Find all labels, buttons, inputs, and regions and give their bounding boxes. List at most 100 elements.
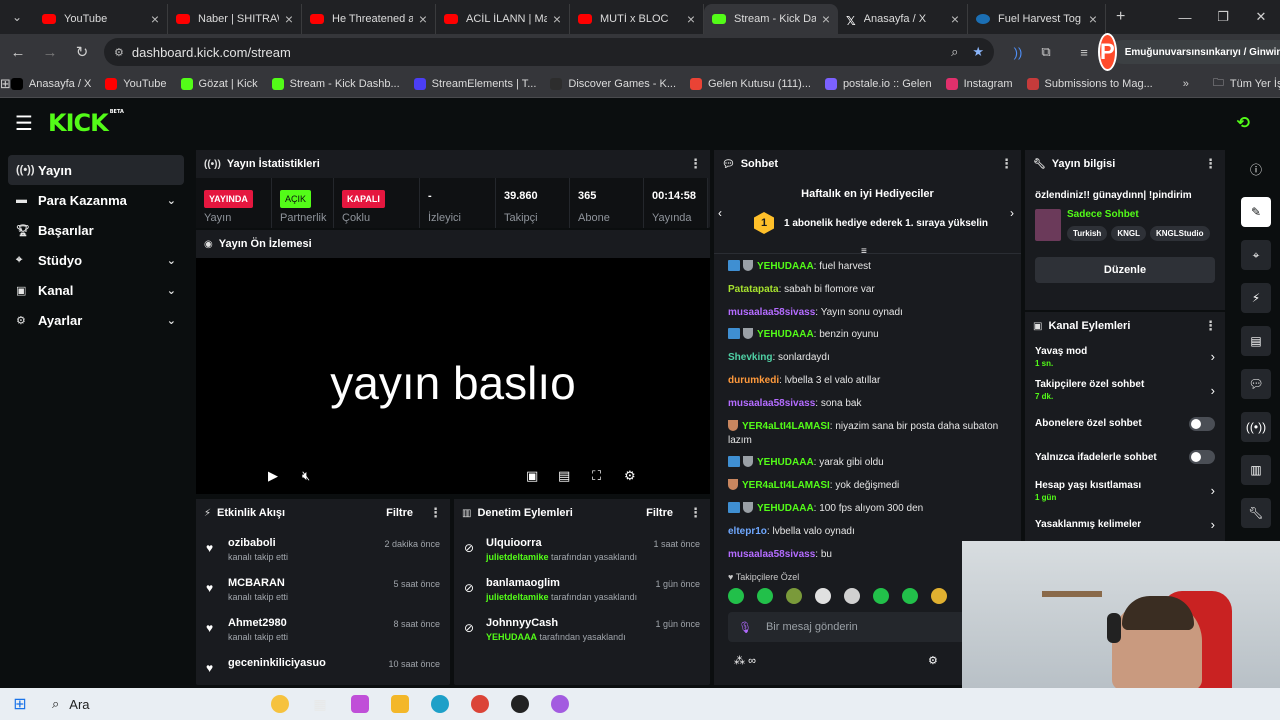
activity-item[interactable]: ♥ ozibaboli kanalı takip etti 2 dakika önce [196,531,450,571]
bookmark-item[interactable]: Discover Games - K... [550,77,676,90]
sidebar-item[interactable]: ((•)) Yayın [8,155,184,185]
activity-item[interactable]: ♥ MCBARAN kanalı takip etti 5 saat önce [196,571,450,611]
address-bar[interactable]: ⚙ dashboard.kick.com/stream ⌕ ★ [104,38,994,66]
bookmark-item[interactable]: StreamElements | T... [413,77,536,90]
moderator-name[interactable]: julietdeltamike [486,552,549,562]
bookmark-item[interactable]: postale.io :: Gelen [824,77,932,90]
discord-icon[interactable] [540,689,580,719]
emote-icon[interactable] [786,588,802,604]
all-bookmarks-link[interactable]: 🗀 Tüm Yer İşaretleri [1213,74,1280,93]
chat-username[interactable]: YEHUDAAA [757,261,814,272]
channel-action-item[interactable]: Takipçilere özel sohbet 7 dk. › [1025,374,1225,408]
new-tab-button[interactable]: + [1116,8,1125,26]
actions-more-icon[interactable]: ⋮ [1204,318,1217,334]
chat-message[interactable]: YEHUDAAA: benzin oyunu [728,328,1009,342]
tab-close-icon[interactable]: × [151,11,159,27]
chevron-right-icon[interactable]: › [1211,517,1215,532]
chrome-icon[interactable] [460,689,500,719]
profile-notification[interactable]: P Emuğunuvarsınsınkarıyı / Ginwinyatirim… [1098,33,1280,71]
settings-gear-icon[interactable]: ⚙ [624,468,636,484]
sidebar-item[interactable]: ⌖ Stüdyo ⌄ [8,245,184,275]
activity-user[interactable]: MCBARAN [228,577,393,589]
channel-action-item[interactable]: Yasaklanmış kelimeler › [1025,508,1225,542]
tab-close-icon[interactable]: × [1089,11,1097,27]
moderator-name[interactable]: YEHUDAAA [486,632,537,642]
banned-user[interactable]: Ulquioorra [486,537,653,549]
broadcast-tool-icon[interactable]: ((•)) [1241,412,1271,442]
zoom-search-icon[interactable]: ⌕ [951,44,958,60]
wrench-tool-icon[interactable]: 🔧︎ [1241,498,1271,528]
chat-input[interactable]: 🎙︎ Bir mesaj gönderin [728,612,988,642]
tab-close-icon[interactable]: × [419,11,427,27]
tab-search-chevron-icon[interactable]: ⌄ [0,0,34,34]
bookmark-star-icon[interactable]: ★ [972,44,984,60]
app-icon[interactable] [500,689,540,719]
extensions-puzzle-icon[interactable]: ⧉ [1032,38,1060,66]
moderation-item[interactable]: ⊘ JohnnyyCash YEHUDAAA tarafından yasaklan… [454,611,710,651]
chat-username[interactable]: musaalaa58sivass [728,307,815,318]
browser-tab[interactable]: 𝕏 Anasayfa / X × [838,4,968,34]
chat-more-icon[interactable]: ⋮ [1000,156,1013,172]
kick-studio-icon[interactable]: ⟲ [1237,113,1250,133]
tab-close-icon[interactable]: × [822,11,830,27]
chat-username[interactable]: YER4aLtI4LAMASI [742,421,830,432]
activity-user[interactable]: Ahmet2980 [228,617,393,629]
gifter-next-icon[interactable]: › [1010,206,1014,220]
pip-icon[interactable]: ▣ [526,468,538,484]
chat-message[interactable]: YEHUDAAA: 100 fps alıyom 300 den [728,501,1009,516]
channel-action-item[interactable]: Yavaş mod 1 sn. › [1025,340,1225,374]
emote-icon[interactable] [931,588,947,604]
sidebar-item[interactable]: ▬ Para Kazanma ⌄ [8,185,184,215]
bookmarks-overflow-icon[interactable]: » [1183,78,1189,90]
notes-icon[interactable]: ▤ [1241,326,1271,356]
emote-icon[interactable] [728,588,744,604]
chat-message[interactable]: YER4aLtI4LAMASI: yok değişmedi [728,479,1009,493]
sidebar-item[interactable]: 🏆︎ Başarılar [8,215,184,245]
browser-tab[interactable]: Fuel Harvest Tog × [968,4,1106,34]
reading-list-icon[interactable]: ≡ [1070,38,1098,66]
info-icon[interactable]: ⓘ [1241,154,1271,184]
banned-user[interactable]: JohnnyyCash [486,617,655,629]
chat-username[interactable]: YEHUDAAA [757,503,814,514]
profile-avatar[interactable]: P [1098,33,1117,71]
bookmark-item[interactable]: YouTube [105,77,167,90]
stream-tag[interactable]: KNGLStudio [1149,226,1210,241]
channel-action-item[interactable]: Yalnızca ifadelerle sohbet [1025,441,1225,475]
chat-username[interactable]: durumkedi [728,375,779,386]
extension-audio-icon[interactable]: )) [1004,38,1032,66]
chevron-right-icon[interactable]: › [1211,483,1215,498]
chat-message[interactable]: eltepr1o: lvbella valo oynadı [728,525,1009,539]
category-name[interactable]: Sadece Sohbet [1067,209,1214,220]
bookmark-item[interactable]: Instagram [945,77,1013,90]
stream-tag[interactable]: KNGL [1111,226,1146,241]
toggle-switch[interactable] [1189,416,1215,431]
activity-more-icon[interactable]: ⋮ [429,505,442,521]
browser-tab[interactable]: He Threatened a × [302,4,436,34]
chat-username[interactable]: YEHUDAAA [757,329,814,340]
mute-icon[interactable]: 🔇︎ [302,468,310,484]
chat-username[interactable]: Shevking [728,352,772,363]
chat-message[interactable]: YEHUDAAA: fuel harvest [728,260,1009,274]
banned-user[interactable]: banlamaoglim [486,577,655,589]
reload-icon[interactable]: ↻ [68,38,96,66]
moderation-item[interactable]: ⊘ Ulquioorra julietdeltamike tarafından ya… [454,531,710,571]
microphone-icon[interactable]: 🎙︎ [738,621,752,634]
stream-preview-player[interactable]: yayın baslıo ▶ 🔇︎ ▣ ▤ ⛶ ⚙ [196,258,710,494]
widgets-icon[interactable] [260,689,300,719]
emote-icon[interactable] [815,588,831,604]
activity-user[interactable]: ozibaboli [228,537,384,549]
bookmark-item[interactable]: Stream - Kick Dashb... [271,77,400,90]
forward-icon[interactable]: → [36,38,64,66]
stream-tag[interactable]: Turkish [1067,226,1108,241]
activity-item[interactable]: ♥ Ahmet2980 kanalı takip etti 8 saat önce [196,611,450,651]
bookmark-item[interactable]: Anasayfa / X [10,77,91,90]
apps-grid-icon[interactable]: ⊞ [0,76,11,92]
emote-icon[interactable] [844,588,860,604]
stats-more-icon[interactable]: ⋮ [689,156,702,172]
edit-pencil-icon[interactable]: ✎ [1241,197,1271,227]
chat-username[interactable]: musaalaa58sivass [728,398,815,409]
chevron-down-icon[interactable]: ⌄ [167,194,176,207]
tab-close-icon[interactable]: × [951,11,959,27]
chevron-right-icon[interactable]: › [1211,349,1215,364]
kick-logo[interactable]: KICK BETA [48,109,124,137]
